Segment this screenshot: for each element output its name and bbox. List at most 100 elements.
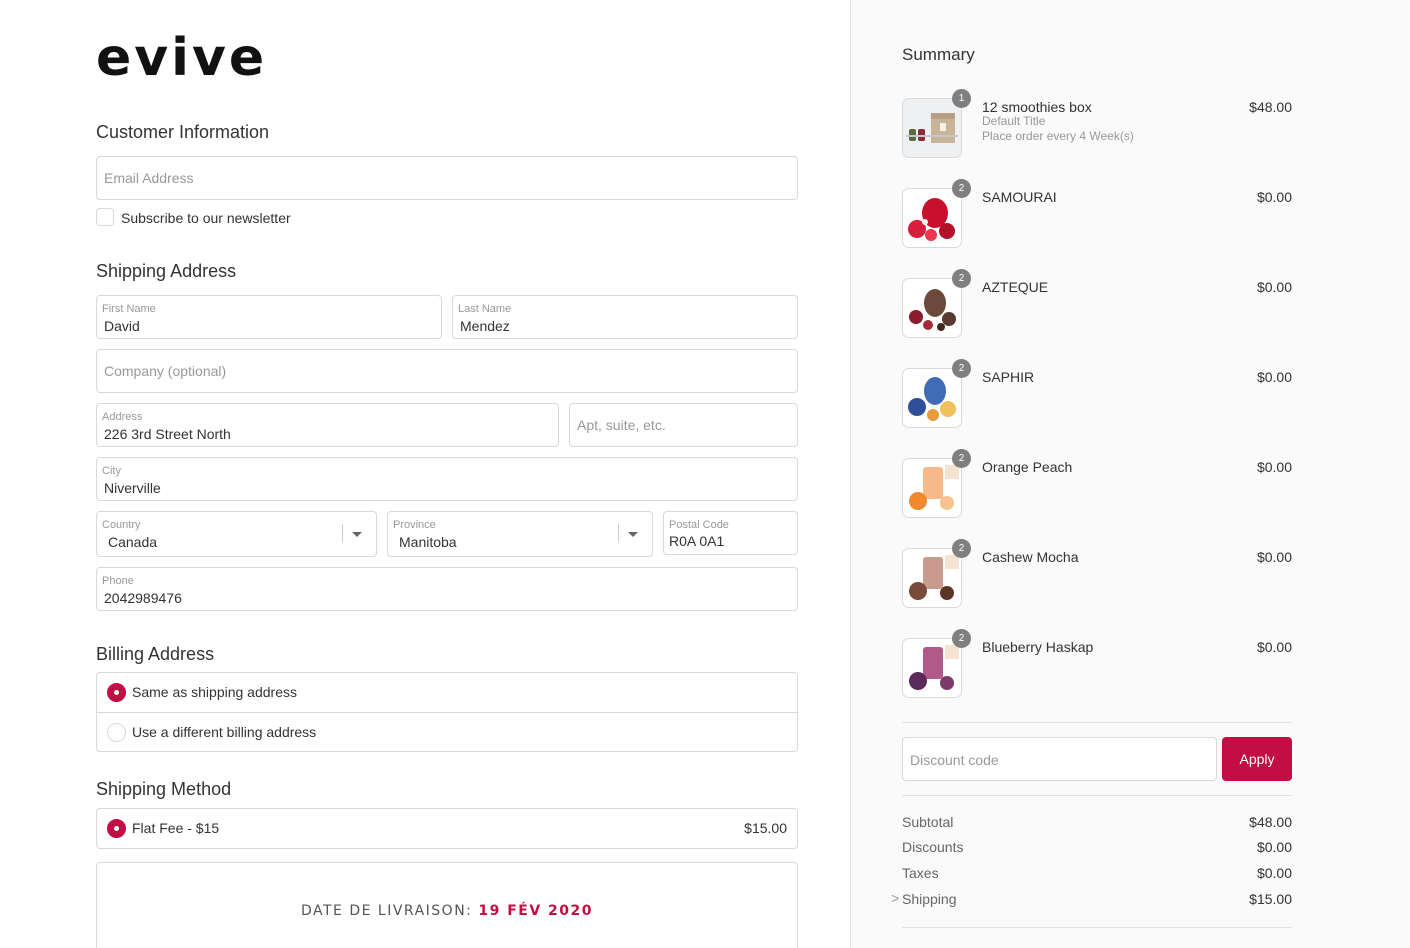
apply-discount-button[interactable]: Apply	[1222, 737, 1292, 781]
quantity-badge: 1	[952, 89, 971, 108]
country-select[interactable]: Country Canada	[96, 511, 377, 557]
billing-options: Same as shipping address Use a different…	[96, 672, 798, 752]
quantity-badge: 2	[952, 359, 971, 378]
quantity-badge: 2	[952, 179, 971, 198]
summary-divider	[902, 722, 1292, 723]
billing-option-same[interactable]: Same as shipping address	[97, 673, 797, 712]
quantity-badge: 2	[952, 539, 971, 558]
newsletter-label: Subscribe to our newsletter	[121, 210, 291, 226]
discount-placeholder: Discount code	[910, 752, 999, 768]
address-value: 226 3rd Street North	[104, 426, 231, 442]
radio-unselected-icon[interactable]	[107, 723, 126, 742]
product-thumbnail	[902, 638, 962, 698]
product-thumbnail	[902, 188, 962, 248]
shipping-label: Shipping	[902, 891, 957, 907]
item-name: SAPHIR	[982, 369, 1035, 385]
product-thumbnail	[902, 458, 962, 518]
first-name-value: David	[104, 318, 140, 334]
billing-option-different[interactable]: Use a different billing address	[97, 712, 797, 751]
first-name-field[interactable]: First Name David	[96, 295, 442, 339]
phone-value: 2042989476	[104, 590, 182, 606]
last-name-label: Last Name	[458, 303, 512, 315]
summary-divider	[902, 795, 1292, 796]
subtotal-label: Subtotal	[902, 814, 954, 830]
billing-address-heading: Billing Address	[96, 644, 215, 664]
address-label: Address	[102, 411, 143, 423]
logo-text: evive	[96, 28, 268, 88]
subtotal-value: $48.00	[1249, 814, 1292, 830]
item-name: 12 smoothies box	[982, 99, 1092, 115]
province-value: Manitoba	[399, 534, 457, 550]
item-name: Blueberry Haskap	[982, 639, 1094, 655]
phone-field[interactable]: Phone 2042989476	[96, 567, 798, 611]
taxes-label: Taxes	[902, 865, 939, 881]
discount-code-input[interactable]: Discount code	[902, 737, 1217, 781]
province-select[interactable]: Province Manitoba	[387, 511, 653, 557]
evive-logo[interactable]: evive	[96, 32, 267, 84]
chevron-right-icon[interactable]: >	[891, 890, 899, 906]
last-name-field[interactable]: Last Name Mendez	[452, 295, 798, 339]
postal-code-value: R0A 0A1	[669, 533, 725, 549]
first-name-label: First Name	[102, 303, 156, 315]
email-field[interactable]: Email Address	[96, 156, 798, 200]
item-name: SAMOURAI	[982, 189, 1057, 205]
province-separator	[618, 524, 619, 542]
product-thumbnail	[902, 278, 962, 338]
shipping-method-heading: Shipping Method	[96, 779, 232, 799]
chevron-down-icon	[352, 532, 362, 537]
item-price: $0.00	[1256, 189, 1292, 205]
item-price: $0.00	[1256, 369, 1292, 385]
item-price: $48.00	[1249, 99, 1292, 115]
delivery-date-text: DATE DE LIVRAISON: 19 FÉV 2020	[97, 903, 797, 919]
summary-item: 2 AZTEQUE $0.00	[902, 269, 1292, 338]
summary-item: 2 Blueberry Haskap $0.00	[902, 629, 1292, 698]
order-summary-panel: Summary 1 12 smoothies box Default Title…	[850, 0, 1410, 948]
apt-field[interactable]: Apt, suite, etc.	[569, 403, 798, 447]
newsletter-checkbox[interactable]	[96, 208, 114, 226]
product-thumbnail	[902, 98, 962, 158]
discounts-label: Discounts	[902, 839, 964, 855]
item-name: Orange Peach	[982, 459, 1073, 475]
city-value: Niverville	[104, 480, 161, 496]
product-thumbnail	[902, 548, 962, 608]
summary-heading: Summary	[902, 45, 975, 64]
address-field[interactable]: Address 226 3rd Street North	[96, 403, 559, 447]
last-name-value: Mendez	[460, 318, 510, 334]
shipping-method-options: Flat Fee - $15 $15.00	[96, 808, 798, 849]
quantity-badge: 2	[952, 629, 971, 648]
delivery-date: 19 FÉV 2020	[478, 903, 594, 919]
item-price: $0.00	[1256, 549, 1292, 565]
quantity-badge: 2	[952, 449, 971, 468]
city-field[interactable]: City Niverville	[96, 457, 798, 501]
country-value: Canada	[108, 534, 158, 550]
company-field[interactable]: Company (optional)	[96, 349, 798, 393]
checkout-form-panel: evive Customer Information Email Address…	[0, 0, 850, 948]
radio-selected-icon[interactable]	[107, 683, 126, 702]
summary-item: 2 SAPHIR $0.00	[902, 359, 1292, 428]
item-price: $0.00	[1256, 639, 1292, 655]
city-label: City	[102, 465, 121, 477]
shipping-address-heading: Shipping Address	[96, 261, 237, 281]
taxes-value: $0.00	[1256, 865, 1292, 881]
billing-option-label: Use a different billing address	[132, 724, 317, 740]
summary-item: 2 Orange Peach $0.00	[902, 449, 1292, 518]
item-price: $0.00	[1256, 459, 1292, 475]
item-name: AZTEQUE	[982, 279, 1049, 295]
postal-code-field[interactable]: Postal Code R0A 0A1	[663, 511, 798, 555]
radio-selected-icon[interactable]	[107, 819, 126, 838]
summary-item: 2 SAMOURAI $0.00	[902, 179, 1292, 248]
product-thumbnail	[902, 368, 962, 428]
shipping-method-label: Flat Fee - $15	[132, 820, 220, 836]
email-placeholder: Email Address	[104, 170, 194, 186]
shipping-method-price: $15.00	[744, 820, 787, 836]
company-placeholder: Company (optional)	[104, 363, 227, 379]
postal-code-label: Postal Code	[669, 519, 729, 531]
summary-divider	[902, 927, 1292, 928]
apt-placeholder: Apt, suite, etc.	[577, 417, 666, 433]
shipping-method-flat-fee[interactable]: Flat Fee - $15 $15.00	[97, 809, 797, 848]
summary-item: 1 12 smoothies box Default Title Place o…	[902, 89, 1292, 158]
item-subscription-note: Place order every 4 Week(s)	[982, 129, 1134, 143]
delivery-prefix: DATE DE LIVRAISON:	[300, 903, 479, 919]
province-label: Province	[393, 519, 436, 531]
customer-info-heading: Customer Information	[96, 122, 270, 142]
